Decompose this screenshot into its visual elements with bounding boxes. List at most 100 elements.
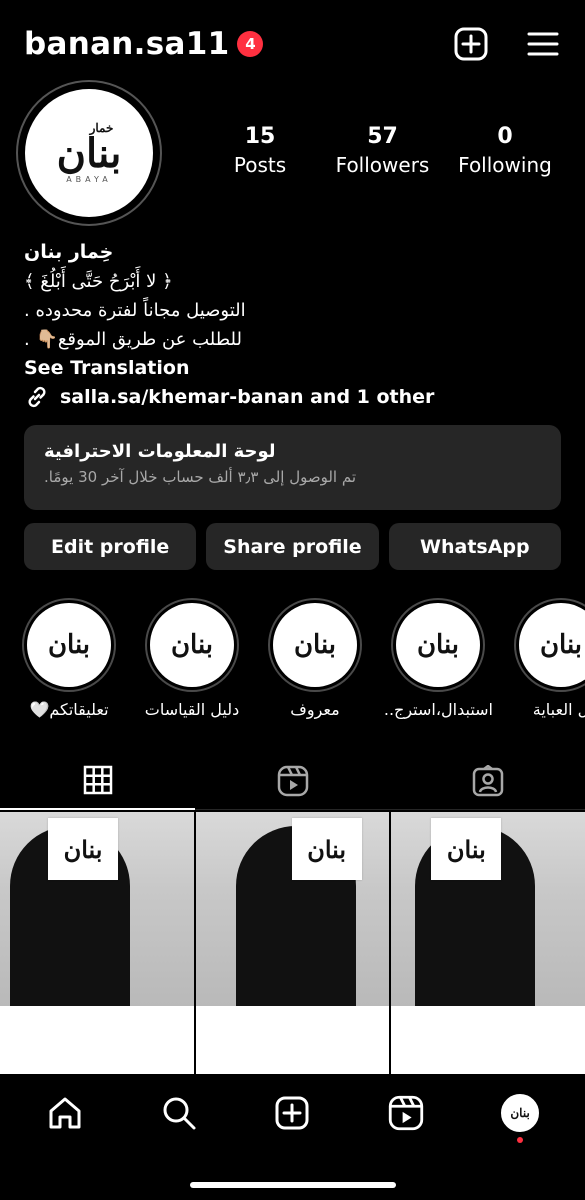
dashboard-title: لوحة المعلومات الاحترافية (44, 441, 276, 462)
notification-badge[interactable]: 4 (237, 31, 264, 57)
highlight-ring: بنان (391, 598, 485, 692)
nav-home[interactable] (45, 1093, 85, 1133)
highlight-label: معروف (290, 700, 340, 719)
post-logo-overlay: بنان (48, 818, 118, 880)
hamburger-menu-icon (527, 32, 559, 56)
profile-avatar-small: بنان (501, 1094, 540, 1132)
post-image: بنان (195, 812, 390, 1006)
tab-reels[interactable] (195, 752, 390, 810)
followers-label: Followers (335, 153, 430, 177)
highlight-cover: بنان (396, 603, 480, 687)
highlight-cover: بنان (273, 603, 357, 687)
highlight-label: ل العباية (532, 700, 585, 719)
highlight-item[interactable]: بنان معروف (260, 598, 370, 719)
top-bar: banan.sa11 4 (24, 22, 561, 66)
followers-count: 57 (367, 124, 398, 149)
highlight-item[interactable]: بنان ل العباية (506, 598, 585, 719)
nav-create[interactable] (272, 1093, 312, 1133)
post-logo-text: بنان (307, 834, 347, 864)
create-post-button[interactable] (453, 26, 489, 62)
grid-icon (83, 765, 112, 795)
logo-main-text: بنان (56, 130, 122, 177)
highlight-logo: بنان (293, 630, 337, 660)
post-image: بنان (391, 812, 585, 1006)
profile-stats: 15 Posts 57 Followers 0 Following (200, 124, 565, 177)
create-icon (275, 1096, 309, 1130)
profile-link[interactable]: salla.sa/khemar-banan and 1 other (24, 384, 434, 410)
highlight-cover: بنان (27, 603, 111, 687)
bio-line-2: التوصيل مجاناً لفترة محدوده . (24, 300, 246, 321)
bio-line-3: للطلب عن طريق الموقع👇🏼 . (24, 329, 242, 350)
share-profile-button[interactable]: Share profile (206, 523, 379, 570)
highlight-label: استبدال،استرج... (383, 700, 493, 719)
nav-reels[interactable] (386, 1093, 426, 1133)
brand-logo: خمار بنان ABAYA (57, 122, 122, 184)
highlight-ring: بنان (145, 598, 239, 692)
highlight-logo: بنان (539, 630, 583, 660)
nav-search[interactable] (159, 1093, 199, 1133)
link-icon (28, 386, 46, 408)
post-logo-overlay: بنان (431, 818, 502, 880)
plus-square-icon (454, 27, 488, 61)
highlight-cover: بنان (519, 603, 585, 687)
highlight-logo: بنان (47, 630, 91, 660)
profile-avatar[interactable]: خمار بنان ABAYA (25, 89, 153, 217)
highlight-logo: بنان (416, 630, 460, 660)
nav-items: بنان (0, 1075, 585, 1143)
post-thumbnail[interactable]: بنان (391, 812, 585, 1074)
profile-name: خِمار بنان (24, 241, 114, 263)
highlight-label: دليل القياسات (144, 700, 240, 719)
link-text: salla.sa/khemar-banan and 1 other (60, 386, 435, 408)
bio-line-1: ﴿ لا أَبْرَحُ حَتَّى أَبْلُغَ ﴾ (24, 271, 173, 292)
posts-grid: بنان بنان بنان (0, 812, 585, 1074)
logo-sub-text: ABAYA (66, 175, 112, 184)
see-translation-link[interactable]: See Translation (24, 354, 561, 383)
profile-actions: Edit profile Share profile WhatsApp (24, 523, 561, 570)
tab-posts-grid[interactable] (0, 752, 195, 810)
username[interactable]: banan.sa11 (24, 26, 229, 62)
top-actions (453, 26, 561, 62)
highlight-item[interactable]: بنان دليل القياسات (137, 598, 247, 719)
tab-tagged[interactable] (390, 752, 585, 810)
reels-icon (389, 1095, 424, 1131)
nav-profile[interactable]: بنان (500, 1093, 540, 1143)
post-image: بنان (0, 812, 194, 1006)
post-logo-text: بنان (446, 834, 486, 864)
post-thumbnail[interactable]: بنان (0, 812, 194, 1074)
post-thumbnail[interactable]: بنان (195, 812, 390, 1074)
profile-tabs (0, 752, 585, 810)
following-label: Following (458, 153, 552, 177)
story-highlights: بنان تعليقاتكم🤍 بنان دليل القياسات بنان … (0, 598, 585, 728)
highlight-logo: بنان (170, 630, 214, 660)
posts-count: 15 (244, 124, 276, 149)
following-count: 0 (497, 124, 513, 149)
highlight-ring: بنان (22, 598, 116, 692)
notification-dot (517, 1137, 524, 1143)
highlight-label: تعليقاتكم🤍 (29, 700, 109, 719)
following-stat[interactable]: 0 Following (445, 124, 565, 177)
highlight-ring: بنان (514, 598, 585, 692)
highlight-ring: بنان (268, 598, 362, 692)
followers-stat[interactable]: 57 Followers (323, 124, 443, 177)
profile-bio: خِمار بنان ﴿ لا أَبْرَحُ حَتَّى أَبْلُغَ… (24, 238, 561, 383)
profile-avatar-ring[interactable]: خمار بنان ABAYA (16, 80, 162, 226)
home-icon (49, 1097, 81, 1129)
post-logo-text: بنان (63, 834, 103, 864)
reels-icon (277, 765, 308, 796)
whatsapp-button[interactable]: WhatsApp (388, 523, 561, 570)
bottom-nav: بنان (0, 1075, 585, 1200)
posts-stat[interactable]: 15 Posts (200, 124, 320, 177)
tagged-icon (472, 764, 503, 796)
professional-dashboard[interactable]: لوحة المعلومات الاحترافية تم الوصول إلى … (24, 425, 561, 510)
highlight-cover: بنان (150, 603, 234, 687)
search-icon (163, 1097, 196, 1130)
post-logo-overlay: بنان (291, 818, 362, 880)
posts-label: Posts (233, 153, 287, 177)
menu-button[interactable] (525, 26, 561, 62)
highlight-item[interactable]: بنان تعليقاتكم🤍 (14, 598, 124, 719)
highlight-item[interactable]: بنان استبدال،استرج... (383, 598, 493, 719)
home-indicator (189, 1182, 396, 1188)
nav-avatar-logo: بنان (510, 1106, 530, 1120)
edit-profile-button[interactable]: Edit profile (24, 523, 197, 570)
dashboard-subtitle: تم الوصول إلى ٣٫٣ ألف حساب خلال آخر 30 ي… (44, 468, 357, 486)
